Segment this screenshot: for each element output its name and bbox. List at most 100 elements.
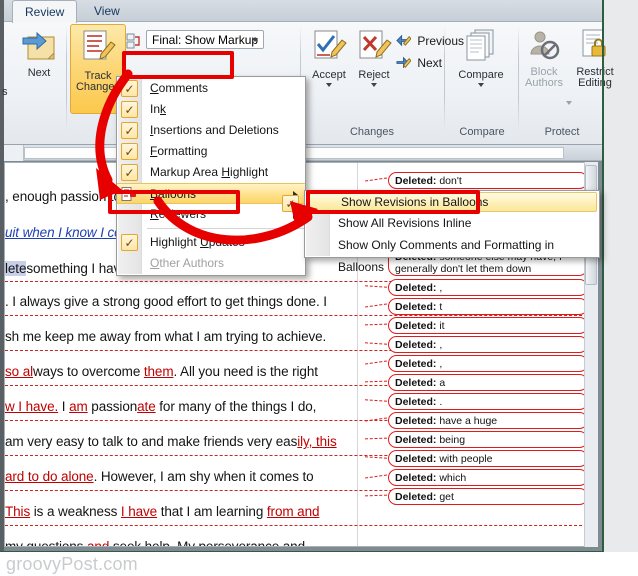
balloon-leader-line — [365, 360, 387, 364]
accept-chevron-down-icon — [326, 83, 332, 87]
markup-balloon[interactable]: Deleted: have a huge — [388, 412, 588, 429]
ribbon-tabstrip: Review View — [4, 0, 602, 22]
reject-chevron-down-icon — [371, 83, 377, 87]
markup-balloon[interactable]: Deleted: . — [388, 393, 588, 410]
doc-line: am very easy to talk to and make friends… — [5, 434, 337, 449]
doc-line-text: ways to overcome — [33, 364, 144, 379]
display-for-review-icon — [126, 33, 142, 52]
markup-balloon[interactable]: Deleted: , — [388, 355, 588, 372]
annotation-box-show-revisions — [306, 190, 480, 214]
doc-line-text: passion — [88, 399, 137, 414]
doc-line-delete: them — [144, 364, 174, 379]
markup-balloon[interactable]: Deleted: don't — [388, 172, 588, 189]
next-comment-button[interactable]: Next — [12, 28, 66, 79]
doc-line-insert: I have — [121, 504, 157, 519]
balloon-label-prefix: Deleted: — [395, 301, 439, 313]
doc-line-insert: ate — [137, 399, 155, 414]
doc-line-text: sh me keep me away from what I am trying… — [5, 329, 326, 344]
group-divider-4 — [518, 26, 519, 130]
window-right-edge — [602, 0, 604, 566]
next-change-button[interactable]: Next — [396, 54, 442, 73]
doc-line-insert: w I have. — [5, 399, 58, 414]
group-protect-label: Protect — [520, 126, 604, 138]
doc-line-text: my questions — [5, 539, 87, 547]
balloon-label-prefix: Deleted: — [395, 434, 439, 446]
doc-line: . I always give a strong good effort to … — [5, 294, 327, 309]
balloon-text: don't — [439, 175, 461, 187]
watermark-text: groovyPost.com — [6, 554, 138, 574]
tab-view-label: View — [94, 4, 120, 18]
balloon-text: , — [439, 339, 442, 351]
markup-balloon[interactable]: Deleted: , — [388, 279, 588, 296]
doc-line: so always to overcome them. All you need… — [5, 364, 318, 379]
balloon-text: t — [439, 301, 442, 313]
group-changes-label: Changes — [302, 126, 442, 138]
markup-balloon[interactable]: Deleted: being — [388, 431, 588, 448]
change-bar — [5, 315, 596, 316]
reject-icon — [352, 28, 396, 67]
doc-line-text: that I am learning — [157, 504, 267, 519]
watermark: groovyPost.com — [0, 552, 638, 576]
balloon-leader-line — [365, 438, 387, 440]
doc-line-insert: ard to do alone — [5, 469, 94, 484]
markup-balloon[interactable]: Deleted: which — [388, 469, 588, 486]
balloon-text: , — [439, 358, 442, 370]
doc-line-text: am very easy to talk to and make friends… — [5, 434, 297, 449]
balloon-text: with people — [439, 453, 492, 465]
balloon-label-prefix: Deleted: — [395, 453, 439, 465]
accept-icon — [306, 28, 352, 67]
next-comment-icon — [12, 28, 66, 65]
doc-line-insert: This — [5, 504, 30, 519]
markup-balloon[interactable]: Deleted: get — [388, 488, 588, 505]
balloon-text: have a huge — [439, 415, 497, 427]
doc-line-text: something I hav — [26, 261, 120, 276]
balloon-label-prefix: Deleted: — [395, 396, 439, 408]
group-divider-3 — [444, 26, 445, 130]
submenu-item-show-all-revisions-inline[interactable]: Show All Revisions Inline — [305, 212, 599, 234]
markup-balloon[interactable]: Deleted: a — [388, 374, 588, 391]
doc-line-insert: ily, t — [297, 434, 319, 449]
next-change-label: Next — [417, 56, 442, 70]
doc-line-text: is a weakness — [30, 504, 121, 519]
balloon-label-prefix: Deleted: — [395, 175, 439, 187]
accept-button[interactable]: Accept — [306, 28, 352, 87]
check-icon: ✓ — [121, 234, 138, 251]
doc-line-insert: from and — [267, 504, 319, 519]
block-authors-button[interactable]: Block Authors — [522, 28, 566, 89]
compare-button[interactable]: Compare — [450, 28, 512, 87]
reject-button[interactable]: Reject — [352, 28, 396, 87]
balloon-leader-line — [365, 342, 387, 345]
doc-line-delete: and — [87, 539, 109, 547]
doc-line-text: . However, I am shy when it comes to — [94, 469, 314, 484]
submenu-item-show-only-comments-and-formatting-in-balloons[interactable]: Show Only Comments and Formatting in Bal… — [305, 234, 599, 256]
doc-line-insert: so al — [5, 364, 33, 379]
doc-line: letesomething I hav — [5, 261, 120, 276]
balloon-leader-line — [365, 381, 387, 383]
block-authors-icon — [522, 28, 566, 65]
balloon-text: a — [439, 377, 445, 389]
doc-line: sh me keep me away from what I am trying… — [5, 329, 326, 344]
display-for-review-combo[interactable]: Final: Show Markup — [146, 30, 264, 49]
tab-review[interactable]: Review — [12, 0, 77, 23]
balloon-leader-line — [365, 456, 387, 459]
tab-view[interactable]: View — [82, 1, 132, 22]
doc-line: w I have. I am passionate for many of th… — [5, 399, 316, 414]
block-authors-chevron-down-icon[interactable] — [566, 101, 572, 105]
accept-label: Accept — [312, 69, 346, 81]
balloon-leader-line — [365, 285, 387, 288]
balloon-leader-line — [365, 495, 387, 497]
markup-balloon[interactable]: Deleted: it — [388, 317, 588, 334]
restrict-editing-label-2: Editing — [572, 78, 618, 89]
ruler-corner — [4, 145, 24, 161]
submenu-item-label: Show All Revisions Inline — [338, 216, 471, 230]
annotation-box-show-markup — [122, 51, 234, 79]
compare-icon — [450, 28, 512, 67]
balloon-label-prefix: Deleted: — [395, 415, 439, 427]
balloon-leader-line — [365, 324, 387, 326]
restrict-editing-button[interactable]: Restrict Editing — [572, 28, 618, 89]
doc-line: my questions and seek help. My persevera… — [5, 539, 305, 547]
markup-balloon[interactable]: Deleted: with people — [388, 450, 588, 467]
markup-balloon[interactable]: Deleted: t — [388, 298, 588, 315]
markup-balloon[interactable]: Deleted: , — [388, 336, 588, 353]
balloon-label-prefix: Deleted: — [395, 358, 439, 370]
